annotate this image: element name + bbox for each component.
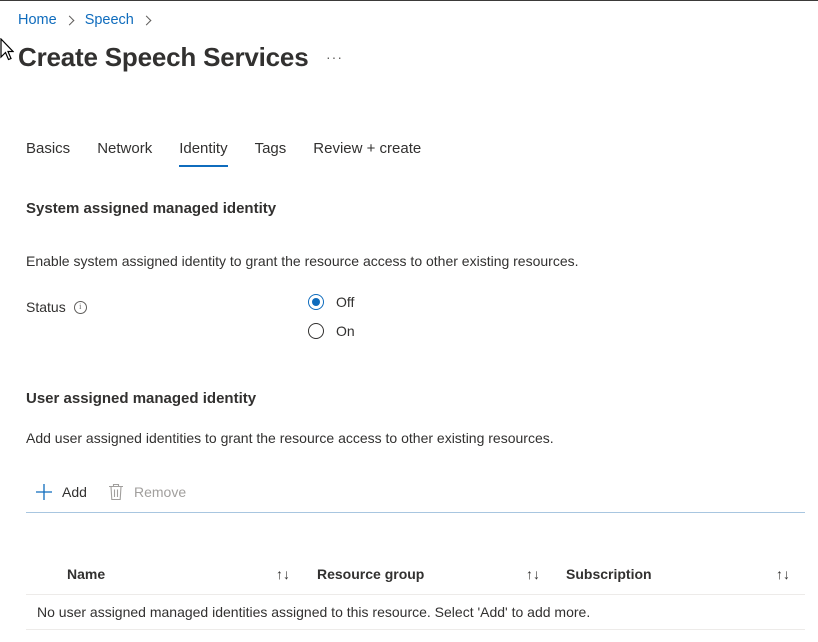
tab-identity[interactable]: Identity [179,140,228,167]
system-identity-heading: System assigned managed identity [26,200,277,217]
breadcrumb: Home Speech [18,12,162,28]
command-bar: Add Remove [26,480,805,513]
page-title: Create Speech Services [18,42,309,72]
mouse-pointer-icon [0,37,15,67]
radio-selected-icon[interactable] [308,294,324,310]
status-label: Status [26,299,66,315]
tab-review-create[interactable]: Review + create [313,140,421,167]
user-identity-heading: User assigned managed identity [26,390,257,407]
radio-on-label: On [336,323,355,339]
column-header-name[interactable]: Name [67,566,105,582]
chevron-right-icon [64,15,75,25]
user-identity-description: Add user assigned identities to grant th… [26,430,554,446]
breadcrumb-home[interactable]: Home [18,12,57,28]
top-border [0,0,818,1]
chevron-right-icon [141,15,152,25]
add-label: Add [62,484,87,500]
empty-message: No user assigned managed identities assi… [37,604,591,620]
remove-label: Remove [134,484,187,500]
tab-tags[interactable]: Tags [255,140,287,167]
more-options-button[interactable]: ··· [326,49,343,65]
tab-network[interactable]: Network [97,140,152,167]
radio-off-label: Off [336,294,355,310]
system-identity-description: Enable system assigned identity to grant… [26,253,579,269]
status-radio-on[interactable]: On [308,323,355,339]
remove-button[interactable]: Remove [108,483,186,501]
plus-icon [36,484,52,500]
trash-icon [109,483,123,501]
column-header-subscription[interactable]: Subscription [566,566,652,582]
breadcrumb-speech[interactable]: Speech [85,12,134,28]
status-field-label: Status i [26,299,87,315]
table-header: Name ↑↓ Resource group ↑↓ Subscription ↑… [26,558,805,595]
sort-icon[interactable]: ↑↓ [526,566,540,582]
table-empty-row: No user assigned managed identities assi… [26,594,805,630]
tab-list: Basics Network Identity Tags Review + cr… [26,140,448,167]
column-header-resource-group[interactable]: Resource group [317,566,424,582]
add-button[interactable]: Add [35,483,87,501]
status-radio-off[interactable]: Off [308,294,354,310]
sort-icon[interactable]: ↑↓ [776,566,790,582]
tab-basics[interactable]: Basics [26,140,70,167]
sort-icon[interactable]: ↑↓ [276,566,290,582]
radio-unselected-icon[interactable] [308,323,324,339]
info-icon[interactable]: i [73,300,87,314]
